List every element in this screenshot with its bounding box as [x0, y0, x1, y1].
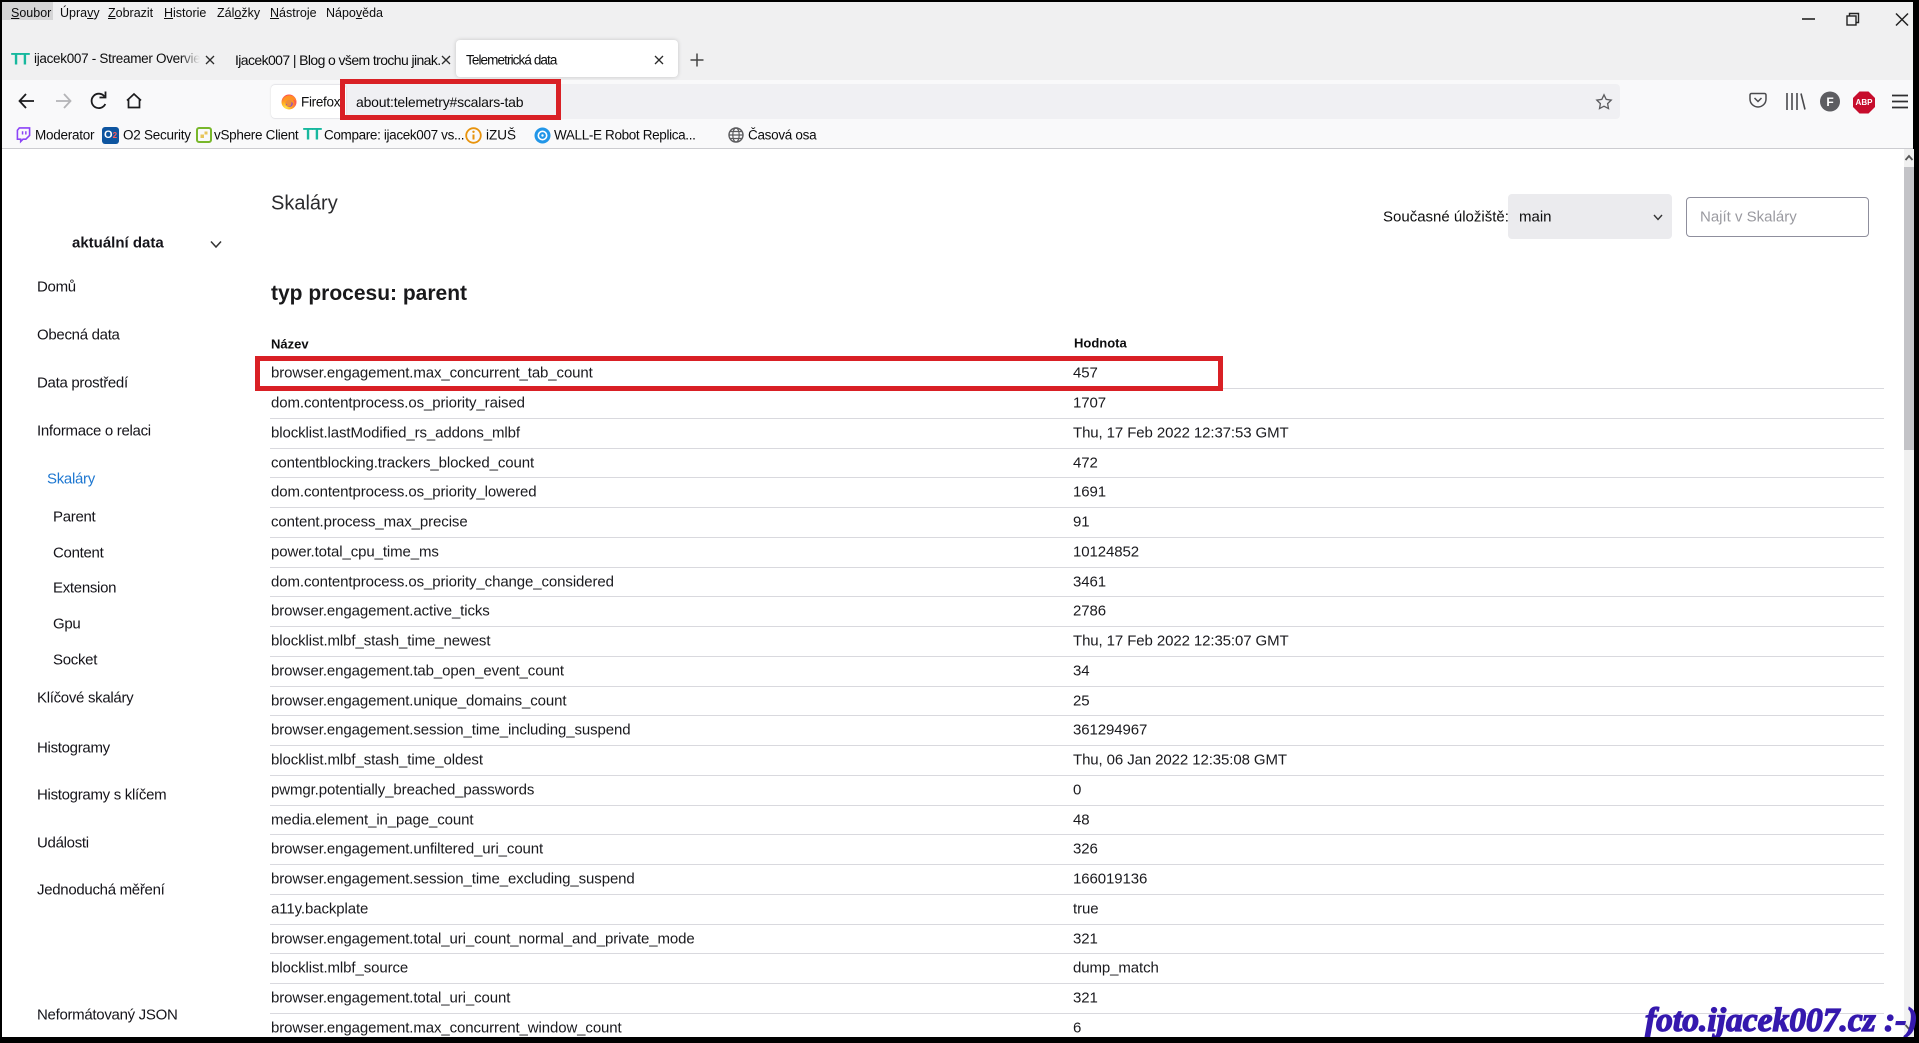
svg-text:F: F — [1826, 95, 1833, 109]
svg-text:ABP: ABP — [1856, 98, 1874, 107]
